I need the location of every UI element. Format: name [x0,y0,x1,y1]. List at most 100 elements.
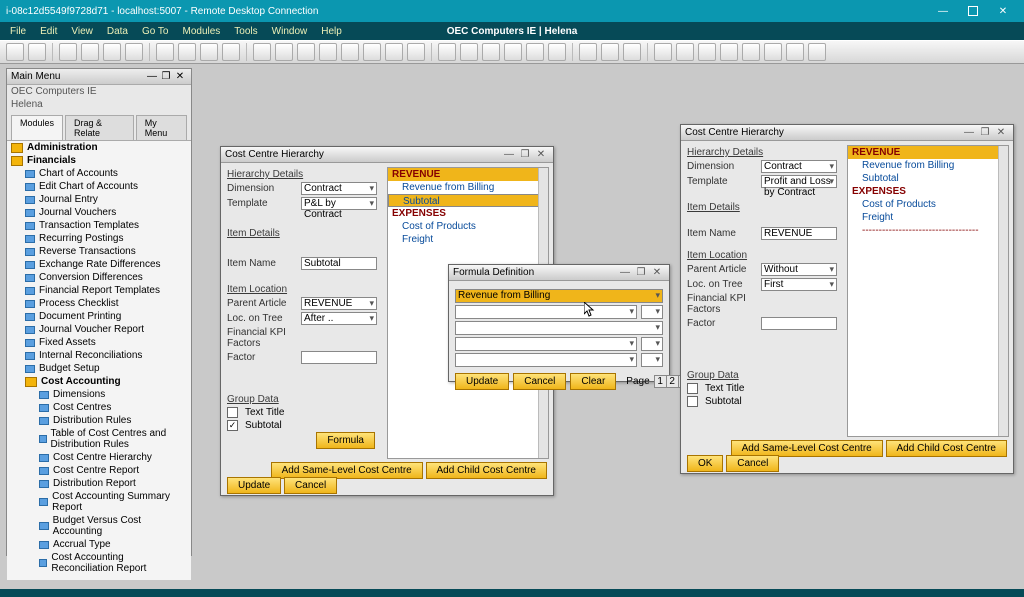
toolbar-icon[interactable] [786,43,804,61]
tree-leaf[interactable]: Distribution Rules [53,415,131,426]
toolbar-icon[interactable] [275,43,293,61]
tree-leaf[interactable]: Budget Versus Cost Accounting [53,515,187,537]
parent-select[interactable]: REVENUE [301,297,377,310]
toolbar-icon[interactable] [103,43,121,61]
menu-view[interactable]: View [71,26,93,37]
tree-node[interactable]: Cost Accounting [41,376,121,387]
formula-operand-select[interactable] [455,305,637,319]
tree-item[interactable]: Cost of Products [388,220,548,233]
tree-hdr-revenue[interactable]: REVENUE [848,146,1008,159]
tree-leaf[interactable]: Budget Setup [39,363,100,374]
tree-node[interactable]: Financials [27,155,76,166]
subtotal-checkbox[interactable]: ✓ [227,420,238,431]
toolbar-icon[interactable] [407,43,425,61]
tree-leaf[interactable]: Journal Voucher Report [39,324,144,335]
close-icon[interactable]: ✕ [533,149,549,160]
tree-leaf[interactable]: Accrual Type [53,539,111,550]
texttitle-checkbox[interactable] [227,407,238,418]
tree-hdr-expenses[interactable]: EXPENSES [848,185,1008,198]
tab-dragrelate[interactable]: Drag & Relate [65,115,134,140]
cancel-button[interactable]: Cancel [513,373,566,390]
toolbar-icon[interactable] [654,43,672,61]
tree-node[interactable]: Administration [27,142,98,153]
toolbar-icon[interactable] [297,43,315,61]
menu-goto[interactable]: Go To [142,26,169,37]
tree-leaf[interactable]: Financial Report Templates [39,285,160,296]
menu-file[interactable]: File [10,26,26,37]
formula-operand-select[interactable]: Revenue from Billing [455,289,663,303]
subtotal-checkbox[interactable] [687,396,698,407]
toolbar-icon[interactable] [623,43,641,61]
formula-operator-select[interactable] [641,353,663,367]
tree-leaf[interactable]: Process Checklist [39,298,118,309]
toolbar-icon[interactable] [742,43,760,61]
tree-item[interactable]: Cost of Products [848,198,1008,211]
formula-operator-select[interactable] [641,337,663,351]
scrollbar[interactable] [998,146,1008,436]
ok-button[interactable]: OK [687,455,723,472]
tree-leaf[interactable]: Journal Vouchers [39,207,116,218]
toolbar-icon[interactable] [222,43,240,61]
close-icon[interactable]: ✕ [993,127,1009,138]
toolbar-icon[interactable] [200,43,218,61]
tree-leaf[interactable]: Edit Chart of Accounts [39,181,138,192]
tree-leaf[interactable]: Exchange Rate Differences [39,259,161,270]
tree-leaf[interactable]: Dimensions [53,389,105,400]
factor-input[interactable] [761,317,837,330]
module-tree[interactable]: Administration Financials Chart of Accou… [7,140,191,580]
maximize-button[interactable] [958,0,988,22]
minimize-icon[interactable]: — [961,127,977,138]
minimize-icon[interactable]: — [501,149,517,160]
clear-button[interactable]: Clear [570,373,616,390]
restore-icon[interactable]: ❐ [633,267,649,278]
close-icon[interactable]: ✕ [649,267,665,278]
toolbar-icon[interactable] [253,43,271,61]
formula-operand-select[interactable] [455,337,637,351]
tree-hdr-revenue[interactable]: REVENUE [388,168,548,181]
formula-operand-select[interactable] [455,321,663,335]
add-child-button[interactable]: Add Child Cost Centre [426,462,548,479]
template-select[interactable]: Profit and Loss by Contract [761,175,837,188]
tree-leaf[interactable]: Cost Centre Hierarchy [53,452,152,463]
toolbar-icon[interactable] [482,43,500,61]
update-button[interactable]: Update [227,477,281,494]
tree-leaf[interactable]: Transaction Templates [39,220,139,231]
toolbar-icon[interactable] [28,43,46,61]
menu-help[interactable]: Help [321,26,342,37]
tree-leaf[interactable]: Table of Cost Centres and Distribution R… [51,428,187,450]
tree-hdr-expenses[interactable]: EXPENSES [388,207,548,220]
toolbar-icon[interactable] [698,43,716,61]
toolbar-icon[interactable] [178,43,196,61]
toolbar-icon[interactable] [81,43,99,61]
tree-leaf[interactable]: Recurring Postings [39,233,123,244]
texttitle-checkbox[interactable] [687,383,698,394]
tree-leaf[interactable]: Cost Accounting Summary Report [52,491,187,513]
toolbar-icon[interactable] [579,43,597,61]
menu-modules[interactable]: Modules [182,26,220,37]
tree-item[interactable]: Revenue from Billing [388,181,548,194]
restore-icon[interactable]: ❐ [159,71,173,82]
tree-leaf[interactable]: Fixed Assets [39,337,96,348]
close-icon[interactable]: ✕ [173,71,187,82]
menu-tools[interactable]: Tools [234,26,257,37]
toolbar-icon[interactable] [59,43,77,61]
restore-icon[interactable]: ❐ [517,149,533,160]
formula-operand-select[interactable] [455,353,637,367]
toolbar-icon[interactable] [438,43,456,61]
add-child-button[interactable]: Add Child Cost Centre [886,440,1008,457]
factor-input[interactable] [301,351,377,364]
toolbar-icon[interactable] [764,43,782,61]
loctree-select[interactable]: After .. [301,312,377,325]
toolbar-icon[interactable] [385,43,403,61]
tab-mymenu[interactable]: My Menu [136,115,187,140]
tree-item[interactable]: Revenue from Billing [848,159,1008,172]
tree-leaf[interactable]: Distribution Report [53,478,136,489]
minimize-button[interactable]: — [928,0,958,22]
formula-operator-select[interactable] [641,305,663,319]
menu-edit[interactable]: Edit [40,26,57,37]
itemname-input[interactable]: Subtotal [301,257,377,270]
toolbar-icon[interactable] [319,43,337,61]
toolbar-icon[interactable] [6,43,24,61]
hierarchy-tree[interactable]: REVENUE Revenue from Billing Subtotal EX… [847,145,1009,437]
dimension-select[interactable]: Contract [301,182,377,195]
